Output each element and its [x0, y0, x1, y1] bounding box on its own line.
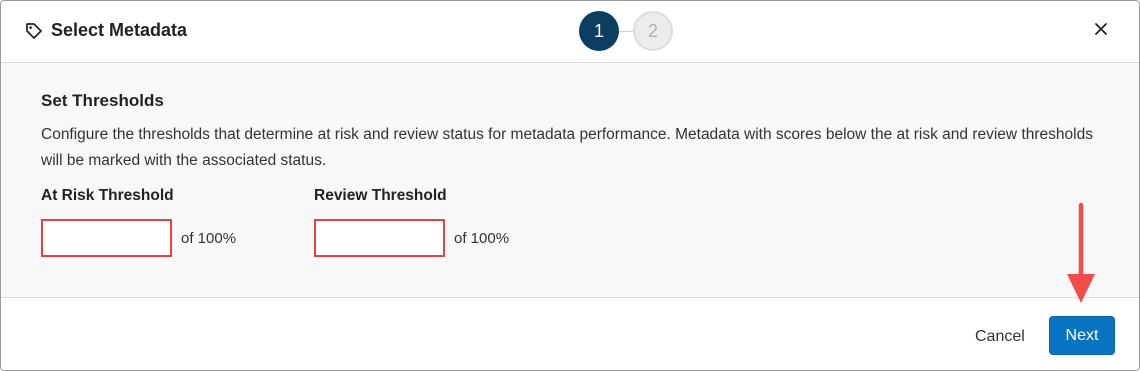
review-threshold-row: of 100% [314, 219, 509, 257]
dialog-footer: Cancel Next [1, 299, 1139, 370]
review-threshold-group: Review Threshold of 100% [314, 187, 509, 257]
step-connector [619, 30, 633, 32]
dialog-header: Select Metadata 1 2 [1, 1, 1139, 63]
step-1[interactable]: 1 [579, 11, 619, 51]
at-risk-threshold-input[interactable] [41, 219, 172, 257]
at-risk-threshold-group: At Risk Threshold of 100% [41, 187, 236, 257]
next-button[interactable]: Next [1049, 316, 1115, 355]
close-button[interactable] [1089, 19, 1113, 43]
tag-icon [25, 22, 43, 40]
section-description: Configure the thresholds that determine … [41, 126, 1093, 169]
dialog-body: Set Thresholds Configure the thresholds … [1, 63, 1139, 298]
section-title: Set Thresholds [41, 91, 164, 110]
review-threshold-label: Review Threshold [314, 187, 447, 204]
stepper: 1 2 [579, 11, 673, 51]
at-risk-threshold-label: At Risk Threshold [41, 187, 174, 204]
close-icon [1094, 22, 1108, 41]
review-threshold-input[interactable] [314, 219, 445, 257]
review-threshold-suffix: of 100% [454, 229, 510, 247]
dialog-title: Select Metadata [51, 20, 188, 40]
annotation-arrow-icon [1067, 202, 1095, 303]
dialog-title-group: Select Metadata [25, 20, 187, 41]
select-metadata-dialog: Select Metadata 1 2 Set Thresholds Confi… [0, 0, 1140, 371]
at-risk-threshold-suffix: of 100% [181, 229, 237, 247]
at-risk-threshold-row: of 100% [41, 219, 236, 257]
step-2[interactable]: 2 [633, 11, 673, 51]
cancel-button[interactable]: Cancel [961, 319, 1039, 355]
